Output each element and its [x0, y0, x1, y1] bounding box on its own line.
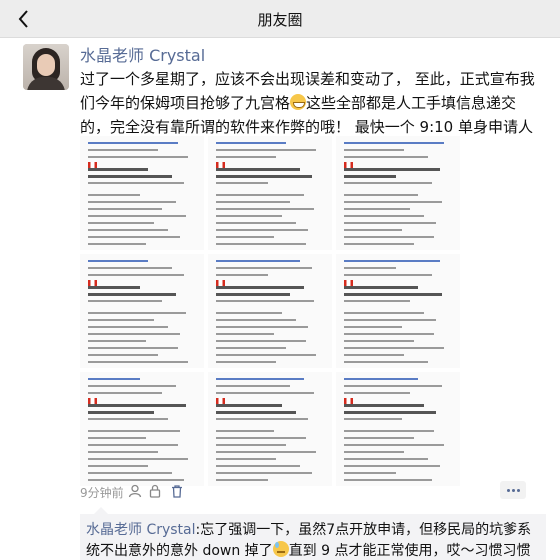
avatar[interactable] [23, 44, 69, 90]
comment-item: 水晶老师 Crystal:忘了强调一下，虽然7点开放申请，但移民局的坑爹系统不出… [86, 520, 542, 560]
post-image-1[interactable] [80, 136, 204, 250]
post-image-9[interactable] [336, 372, 460, 486]
post-image-7[interactable] [80, 372, 204, 486]
page-title: 朋友圈 [257, 11, 303, 29]
lock-icon [149, 484, 161, 498]
grin-sweat-emoji [290, 94, 307, 110]
sweat-emoji [272, 541, 289, 557]
user-icon [128, 484, 142, 498]
post-image-6[interactable] [336, 254, 460, 368]
image-grid [80, 136, 460, 486]
post-image-8[interactable] [208, 372, 332, 486]
more-dots-icon[interactable] [500, 481, 526, 499]
post-image-2[interactable] [208, 136, 332, 250]
comment-author[interactable]: 水晶老师 Crystal [86, 522, 196, 538]
post-image-3[interactable] [336, 136, 460, 250]
post-image-4[interactable] [80, 254, 204, 368]
navigation-bar: 朋友圈 [0, 0, 560, 38]
author-name[interactable]: 水晶老师 Crystal [80, 42, 205, 66]
trash-icon[interactable] [170, 484, 184, 498]
post-timestamp: 9分钟前 [80, 486, 124, 500]
post-image-5[interactable] [208, 254, 332, 368]
comment-box: 水晶老师 Crystal:忘了强调一下，虽然7点开放申请，但移民局的坑爹系统不出… [80, 507, 546, 560]
